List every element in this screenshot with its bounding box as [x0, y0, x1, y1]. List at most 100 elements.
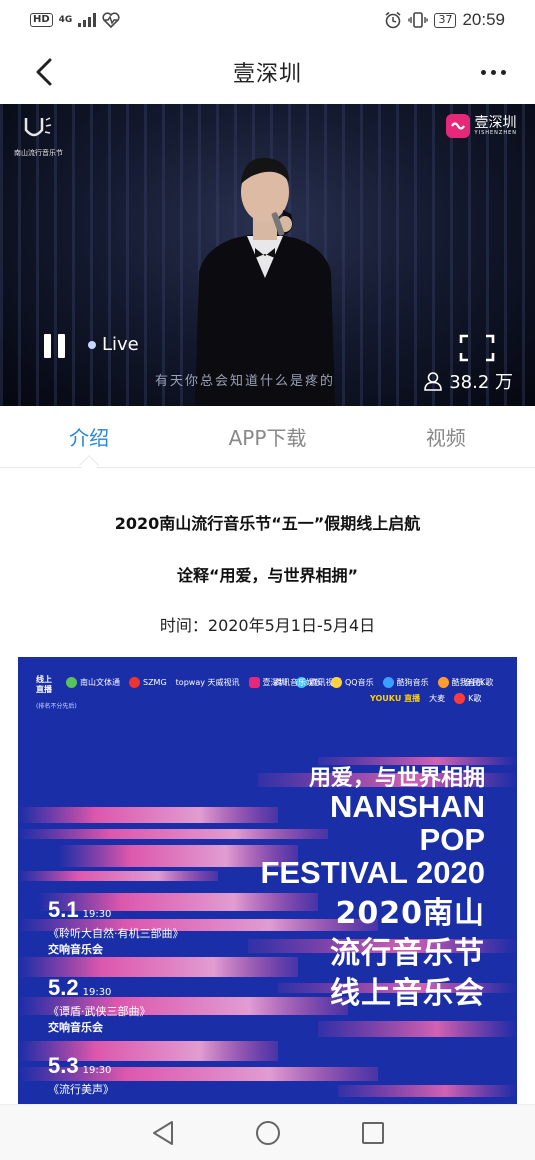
nav-home-button[interactable]	[252, 1117, 284, 1149]
pause-bar-icon	[44, 334, 51, 358]
sponsor-logo-icon	[66, 677, 77, 688]
more-dot-icon	[500, 69, 506, 75]
article-time: 时间：2020年5月1日-5月4日	[159, 616, 376, 635]
schedule-work: 《流行美声》	[48, 1083, 114, 1096]
brand-mark-icon	[445, 114, 470, 138]
article-title: 2020南山流行音乐节“五一”假期线上启航	[114, 514, 421, 533]
schedule-time: 19:30	[82, 909, 112, 920]
poster-chinese-title: 2020南山 流行音乐节 线上音乐会	[330, 894, 485, 1014]
pause-bar-icon	[58, 334, 65, 358]
triangle-back-icon	[152, 1120, 173, 1145]
page-title: 壹深圳	[232, 62, 302, 87]
alarm-icon	[385, 11, 401, 29]
sponsor-item: topway 天威视讯	[175, 678, 240, 687]
brand-sub: YISHENZHEN	[474, 130, 517, 136]
brand-name: 壹深圳	[474, 115, 517, 131]
schedule-time: 19:30	[82, 1065, 112, 1076]
live-label: Live	[102, 334, 139, 355]
schedule-kind: 交响音乐会	[48, 1021, 103, 1034]
performer-image	[195, 157, 335, 406]
sponsor-logo-icon	[331, 677, 342, 688]
brand-text: 壹深圳 YISHENZHEN	[475, 116, 517, 136]
poster-english-line2: POP	[419, 822, 485, 857]
schedule-item: 5.2 19:30 《谭盾·武侠三部曲》 交响音乐会	[48, 975, 151, 1035]
schedule-work: 《聆听大自然·有机三部曲》	[48, 927, 184, 940]
online-label-line1: 线上	[36, 675, 52, 684]
brand-logo: 壹深圳 YISHENZHEN	[445, 112, 517, 140]
sponsor-logo-icon	[382, 677, 394, 688]
fullscreen-button[interactable]	[459, 334, 495, 362]
more-dot-icon	[480, 69, 486, 75]
sponsor-item: SZMG	[129, 677, 167, 688]
sponsor-item: YOUKU 直播	[370, 694, 421, 703]
poster-chinese-line3: 线上音乐会	[330, 976, 485, 1011]
tab-app-download[interactable]: APP下载	[178, 406, 356, 467]
video-subtitle: 有天你总会知道什么是疼的	[155, 374, 336, 389]
sponsor-row-1c: 全民K歌	[464, 677, 493, 688]
app-screen: HD 4G 37 20:59 壹深圳 南山流行音乐节 壹深圳 YISHENZHE…	[0, 0, 535, 1160]
festival-logo-icon	[24, 117, 52, 137]
sponsor-item: 腾讯音乐娱乐	[274, 678, 322, 687]
signal-icon	[78, 13, 97, 27]
hd-badge: HD	[30, 13, 53, 27]
circle-home-icon	[255, 1120, 280, 1145]
square-recents-icon	[361, 1121, 384, 1144]
schedule-date: 5.1	[48, 897, 79, 922]
festival-logo-text: 南山流行音乐节	[14, 149, 63, 157]
schedule-kind: 交响音乐会	[48, 943, 103, 956]
sponsor-row-1b: 腾讯音乐娱乐 QQ音乐 酷狗音乐 酷我音乐	[274, 677, 484, 688]
sponsor-row-2: YOUKU 直播 大麦 K歌	[370, 693, 481, 704]
poster-chinese-line1: 2020南山	[335, 896, 485, 931]
article-subtitle: 诠释“用爱，与世界相拥”	[176, 566, 359, 585]
status-right: 37 20:59	[384, 10, 505, 30]
sponsor-item: 南山文体通	[66, 677, 120, 688]
sponsor-item: QQ音乐	[331, 677, 374, 688]
schedule-date: 5.3	[48, 1053, 79, 1078]
online-live-label: 线上 直播	[36, 675, 52, 695]
viewer-count: 38.2 万	[423, 368, 513, 394]
poster-chinese-line2: 流行音乐节	[330, 936, 485, 971]
schedule-item: 5.3 19:30 《流行美声》	[48, 1053, 114, 1097]
schedule-time: 19:30	[82, 987, 112, 998]
heart-pulse-icon	[102, 12, 120, 28]
nav-recents-button[interactable]	[357, 1117, 389, 1149]
viewer-count-value: 38.2 万	[449, 372, 513, 393]
app-header: 壹深圳	[0, 40, 535, 104]
back-button[interactable]	[26, 54, 62, 90]
poster-english-line1: NANSHAN	[330, 789, 485, 824]
sponsor-item: 酷狗音乐	[382, 677, 429, 688]
sponsor-item: 全民K歌	[464, 678, 494, 687]
tab-bar: 介绍 APP下载 视频	[0, 406, 535, 468]
nav-back-button[interactable]	[147, 1117, 179, 1149]
festival-logo: 南山流行音乐节	[14, 114, 84, 162]
poster-slogan: 用爱，与世界相拥	[308, 766, 485, 791]
pause-button[interactable]	[44, 334, 70, 360]
signal-label: 4G	[58, 15, 73, 25]
live-indicator: Live	[88, 334, 139, 355]
schedule-item: 5.1 19:30 《聆听大自然·有机三部曲》 交响音乐会	[48, 897, 184, 957]
chevron-left-icon	[36, 58, 52, 86]
status-time: 20:59	[462, 10, 505, 29]
online-label-line2: 直播	[36, 685, 52, 694]
video-player[interactable]: 南山流行音乐节 壹深圳 YISHENZHEN Live 有天你总会知道什么是疼的	[0, 104, 535, 406]
schedule-date: 5.2	[48, 975, 79, 1000]
status-bar: HD 4G 37 20:59	[0, 0, 535, 40]
schedule-work: 《谭盾·武侠三部曲》	[48, 1005, 151, 1018]
poster-english-line3: FESTIVAL 2020	[260, 855, 485, 890]
sponsor-logo-icon	[437, 677, 449, 688]
tab-video[interactable]: 视频	[357, 406, 535, 467]
user-icon	[424, 372, 442, 391]
more-dot-icon	[490, 69, 496, 75]
sponsor-logo-icon	[129, 677, 140, 688]
status-left: HD 4G	[30, 12, 120, 28]
system-nav-bar	[0, 1104, 535, 1160]
sponsor-logo-icon	[248, 677, 260, 688]
rank-note: (排名不分先后)	[36, 703, 77, 710]
poster-english-title: NANSHAN POP FESTIVAL 2020	[260, 790, 485, 889]
sponsor-item: K歌	[454, 693, 481, 704]
sponsor-logo-icon	[454, 693, 466, 704]
live-dot-icon	[88, 340, 96, 349]
more-options-button[interactable]	[473, 54, 513, 90]
fullscreen-icon	[459, 334, 495, 362]
battery-indicator: 37	[434, 12, 457, 28]
